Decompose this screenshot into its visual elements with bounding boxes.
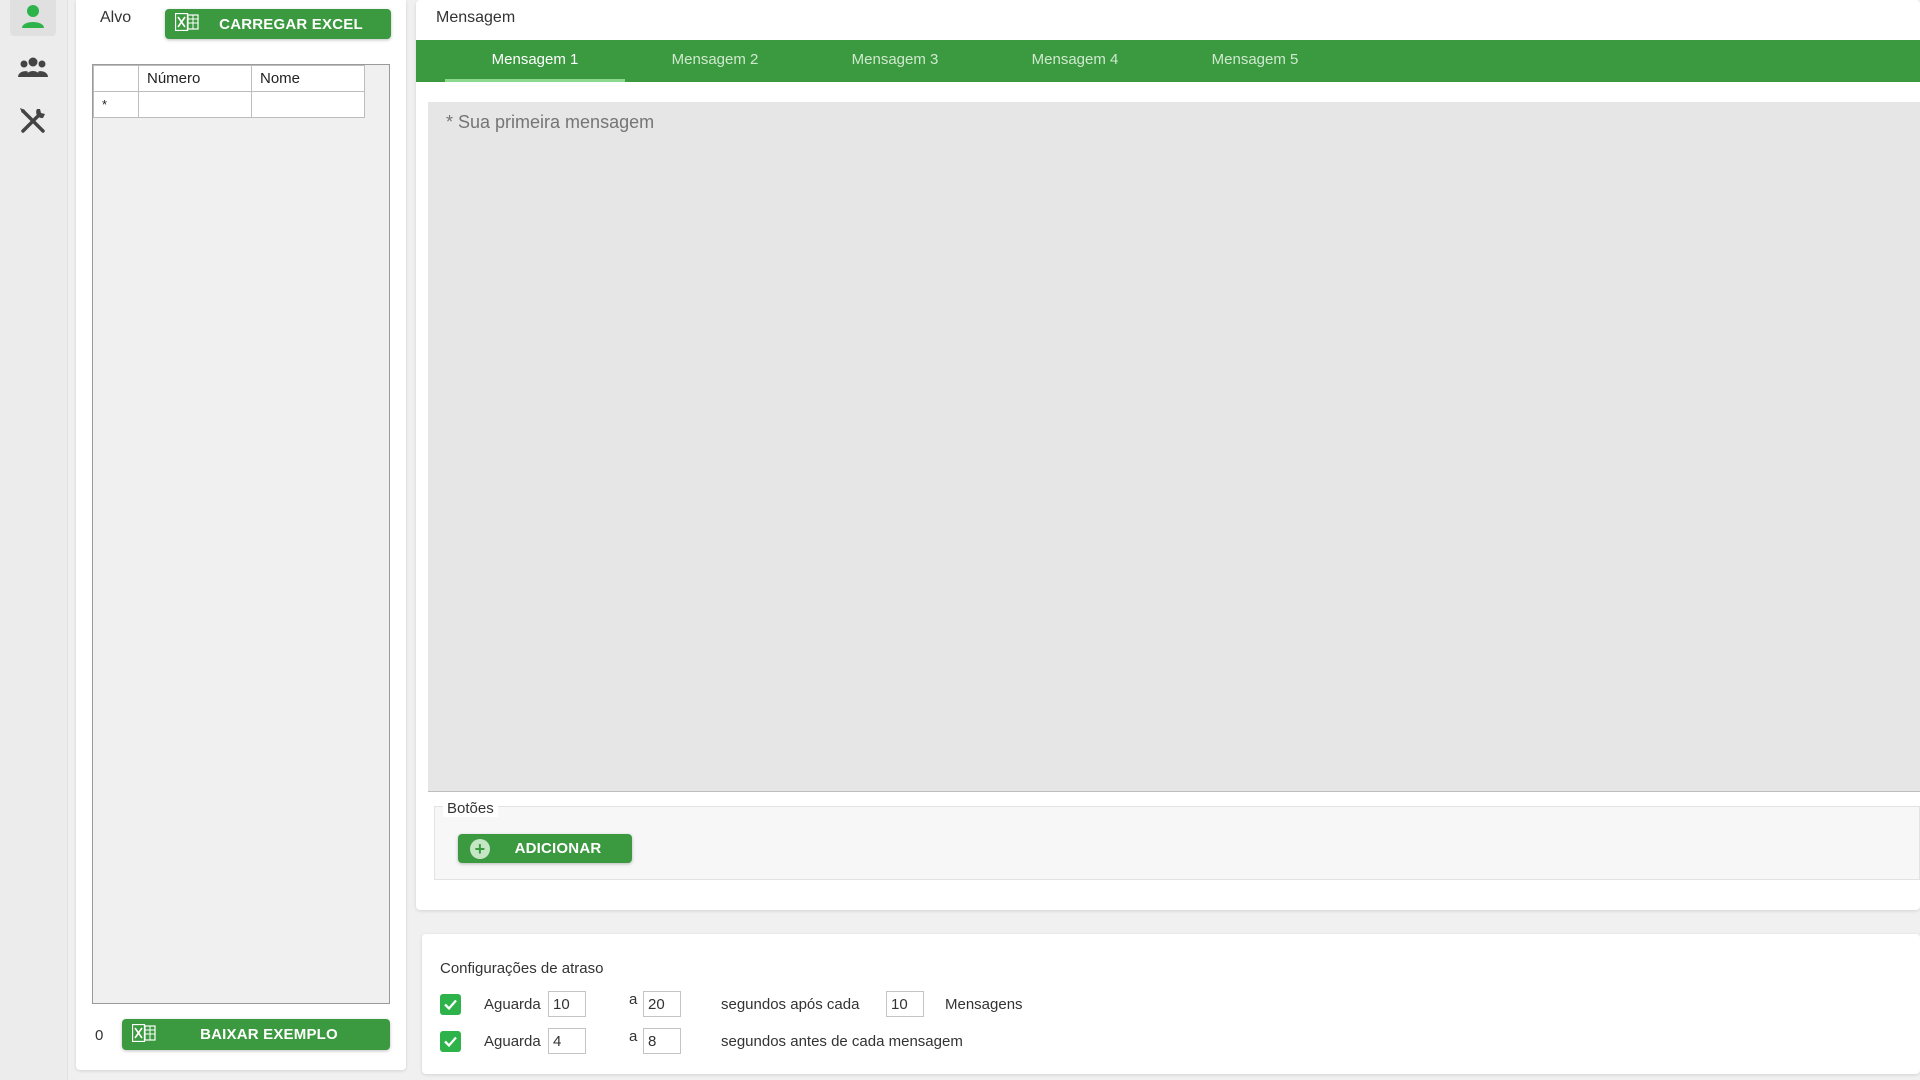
tab-message-1[interactable]: Mensagem 1	[445, 40, 625, 82]
message-tabs: Mensagem 1 Mensagem 2 Mensagem 3 Mensage…	[416, 40, 1920, 82]
delay-before-to-input[interactable]	[643, 1028, 681, 1054]
delay-before-from-input[interactable]	[548, 1028, 586, 1054]
row-marker: *	[93, 91, 139, 118]
tab-message-4[interactable]: Mensagem 4	[985, 40, 1165, 82]
delay-row-before: Aguarda a segundos antes de cada mensage…	[440, 1028, 1840, 1056]
download-example-label: BAIXAR EXEMPLO	[200, 1026, 338, 1043]
seconds-after-label: segundos após cada	[721, 996, 860, 1013]
messages-count-input[interactable]	[886, 991, 924, 1017]
range-separator: a	[629, 1028, 638, 1045]
message-title: Mensagem	[436, 9, 516, 26]
messages-unit-label: Mensagens	[945, 996, 1023, 1013]
check-icon	[444, 999, 457, 1011]
icon-rail	[0, 0, 68, 1080]
buttons-section	[434, 806, 1920, 880]
delay-after-from-input[interactable]	[548, 991, 586, 1017]
wait-label: Aguarda	[484, 996, 541, 1013]
add-button[interactable]: + ADICIONAR	[458, 834, 632, 863]
seconds-before-label: segundos antes de cada mensagem	[721, 1033, 963, 1050]
target-title: Alvo	[100, 9, 132, 26]
delay-settings-panel: Configurações de atraso Aguarda a segund…	[422, 934, 1920, 1074]
tab-message-2[interactable]: Mensagem 2	[625, 40, 805, 82]
contact-count: 0	[95, 1027, 104, 1044]
load-excel-button[interactable]: CARREGAR EXCEL	[165, 9, 391, 39]
number-cell[interactable]	[138, 91, 252, 118]
check-icon	[444, 1036, 457, 1048]
target-panel: Alvo CARREGAR EXCEL Número Nome * 0 BAIX…	[76, 0, 406, 1070]
name-cell[interactable]	[251, 91, 365, 118]
delay-before-checkbox[interactable]	[440, 1031, 461, 1052]
excel-icon	[174, 12, 199, 35]
delay-after-checkbox[interactable]	[440, 994, 461, 1015]
message-textarea[interactable]: * Sua primeira mensagem	[428, 102, 1920, 792]
download-example-button[interactable]: BAIXAR EXEMPLO	[122, 1019, 390, 1050]
tab-message-5[interactable]: Mensagem 5	[1165, 40, 1345, 82]
delay-settings-title: Configurações de atraso	[440, 960, 604, 977]
tab-message-3[interactable]: Mensagem 3	[805, 40, 985, 82]
delay-row-after: Aguarda a segundos após cada Mensagens	[440, 991, 1840, 1019]
range-separator: a	[629, 991, 638, 1008]
message-placeholder: * Sua primeira mensagem	[446, 112, 655, 132]
rail-tools-button[interactable]	[10, 101, 56, 141]
plus-icon: +	[470, 838, 490, 859]
delay-after-to-input[interactable]	[643, 991, 681, 1017]
grid-header-number[interactable]: Número	[138, 65, 252, 92]
wait-label: Aguarda	[484, 1033, 541, 1050]
grid-header-selector	[93, 65, 139, 92]
buttons-section-label: Botões	[443, 800, 498, 817]
contacts-grid[interactable]: Número Nome *	[92, 64, 390, 1004]
grid-header-name[interactable]: Nome	[251, 65, 365, 92]
tools-icon	[20, 108, 45, 133]
rail-groups-button[interactable]	[10, 48, 56, 88]
group-icon	[18, 57, 48, 77]
excel-icon	[131, 1023, 156, 1046]
rail-contacts-button[interactable]	[10, 0, 56, 36]
grid-header-row: Número Nome	[93, 65, 365, 92]
message-panel: Mensagem Mensagem 1 Mensagem 2 Mensagem …	[416, 0, 1920, 910]
table-row[interactable]: *	[93, 91, 365, 118]
person-icon	[22, 5, 44, 28]
